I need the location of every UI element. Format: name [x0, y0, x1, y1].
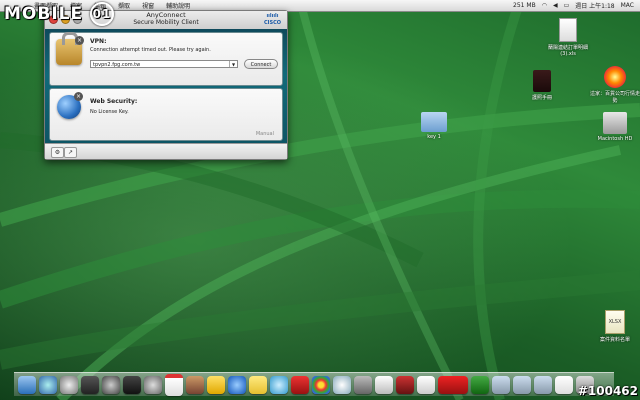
menu-item-grab[interactable]: 擷取: [118, 1, 130, 10]
terminal-icon[interactable]: [123, 375, 141, 394]
launchpad-icon[interactable]: [60, 375, 78, 394]
connect-button[interactable]: Connect: [244, 59, 278, 69]
itunes-icon[interactable]: [228, 375, 246, 394]
menu-item-help[interactable]: 輔助說明: [166, 1, 190, 10]
watermark-logo: 01: [90, 2, 115, 26]
cisco-wordmark: CISCO: [263, 20, 281, 26]
vpn-address-value: tpvpn2.fpg.com.tw: [93, 62, 141, 68]
battery-icon[interactable]: ▭: [564, 2, 570, 9]
desktop-icon-label: 護照手冊: [531, 95, 552, 101]
preview-icon[interactable]: [417, 375, 435, 394]
utility-icon[interactable]: [354, 375, 372, 394]
web-security-globe-icon: ×: [57, 92, 83, 119]
word-icon[interactable]: [375, 375, 393, 394]
web-security-card: × Web Security: No License Key. Manual: [49, 88, 283, 141]
hard-drive-icon: [603, 112, 627, 134]
desktop-icon-case-list[interactable]: XLSX 案件資料名單: [590, 310, 640, 343]
desktop-icon-label: Macintosh HD: [597, 136, 633, 142]
desktop-icon-department-store[interactable]: 這家：百貨公司行情走勢: [590, 66, 640, 104]
cisco-bars-icon: ıılıılı: [266, 13, 279, 19]
flashget-icon[interactable]: [438, 375, 468, 394]
documents-stack-icon[interactable]: [513, 375, 531, 394]
folder-icon: [421, 112, 447, 132]
memory-indicator[interactable]: 251 MB: [513, 2, 536, 9]
dashboard-icon[interactable]: [102, 375, 120, 394]
desktop-icon-macintosh-hd[interactable]: Macintosh HD: [590, 112, 640, 142]
user-name[interactable]: MAC: [621, 2, 634, 9]
mission-control-icon[interactable]: [81, 375, 99, 394]
xlsx-file-icon: XLSX: [605, 310, 625, 334]
wifi-icon[interactable]: ◠: [542, 2, 547, 9]
acrobat-icon[interactable]: [291, 375, 309, 394]
vpn-card: × VPN: Connection attempt timed out. Ple…: [49, 32, 283, 86]
vpn-title: VPN:: [90, 38, 107, 45]
finder-icon[interactable]: [18, 375, 36, 394]
gear-icon[interactable]: ⚙: [51, 147, 64, 158]
photo-booth-icon[interactable]: [144, 375, 162, 394]
stickies-icon[interactable]: [249, 375, 267, 394]
vpn-client-icon[interactable]: [333, 375, 351, 394]
desktop-icon-orders-xls[interactable]: 蘭陽連結訂單明細 (3).xls: [543, 18, 593, 57]
menu-item-window[interactable]: 視窗: [142, 1, 154, 10]
vpn-lock-icon: ×: [56, 32, 84, 65]
watermark: MOBILE 01: [4, 2, 115, 26]
anyconnect-window: AnyConnect Secure Mobility Client ıılııl…: [44, 10, 288, 160]
app-red-icon[interactable]: [396, 375, 414, 394]
messenger-icon[interactable]: [207, 375, 225, 394]
module-panel: × VPN: Connection attempt timed out. Ple…: [45, 29, 287, 143]
app-green-icon[interactable]: [471, 375, 489, 394]
cisco-logo: ıılıılı CISCO: [264, 13, 281, 27]
desktop-icon-label: 蘭陽連結訂單明細 (3).xls: [547, 45, 588, 57]
applications-stack-icon[interactable]: [534, 375, 552, 394]
iphoto-icon[interactable]: [186, 375, 204, 394]
desktop-icon-passport[interactable]: 護照手冊: [517, 70, 567, 101]
menu-status-area: 251 MB ◠ ◀ ▭ 週日 上午1:18 MAC: [513, 0, 634, 11]
volume-icon[interactable]: ◀: [553, 2, 558, 9]
disabled-badge-icon: ×: [74, 92, 83, 101]
web-security-mode: Manual: [255, 131, 274, 137]
desktop-icon-label: 案件資料名單: [599, 337, 630, 343]
image-id-label: #100462: [577, 384, 638, 398]
safari-icon[interactable]: [270, 375, 288, 394]
chevron-down-icon[interactable]: ▼: [229, 61, 237, 67]
document-stack-icon[interactable]: [555, 375, 573, 394]
clock[interactable]: 週日 上午1:18: [575, 1, 614, 10]
vpn-status-message: Connection attempt timed out. Please try…: [90, 47, 211, 53]
web-security-title: Web Security:: [90, 98, 138, 105]
calendar-icon[interactable]: [165, 373, 183, 396]
desktop-icon-label: 這家：百貨公司行情走勢: [590, 91, 640, 104]
spreadsheet-file-icon: [559, 18, 577, 42]
downloads-stack-icon[interactable]: [492, 375, 510, 394]
app-store-icon[interactable]: [39, 375, 57, 394]
passport-file-icon: [533, 70, 551, 92]
desktop-icon-key1[interactable]: key 1: [409, 112, 459, 140]
window-toolbar: ⚙ ↗: [45, 143, 287, 159]
vpn-address-combobox[interactable]: tpvpn2.fpg.com.tw ▼: [90, 60, 238, 68]
web-security-message: No License Key.: [90, 109, 129, 115]
desktop-icon-label: key 1: [427, 134, 441, 140]
apple-logo-icon: [604, 66, 626, 88]
chrome-icon[interactable]: [312, 375, 330, 394]
watermark-text: MOBILE: [4, 4, 84, 24]
statistics-icon[interactable]: ↗: [64, 147, 77, 158]
dock: [14, 372, 614, 396]
disconnected-badge-icon: ×: [75, 36, 84, 45]
